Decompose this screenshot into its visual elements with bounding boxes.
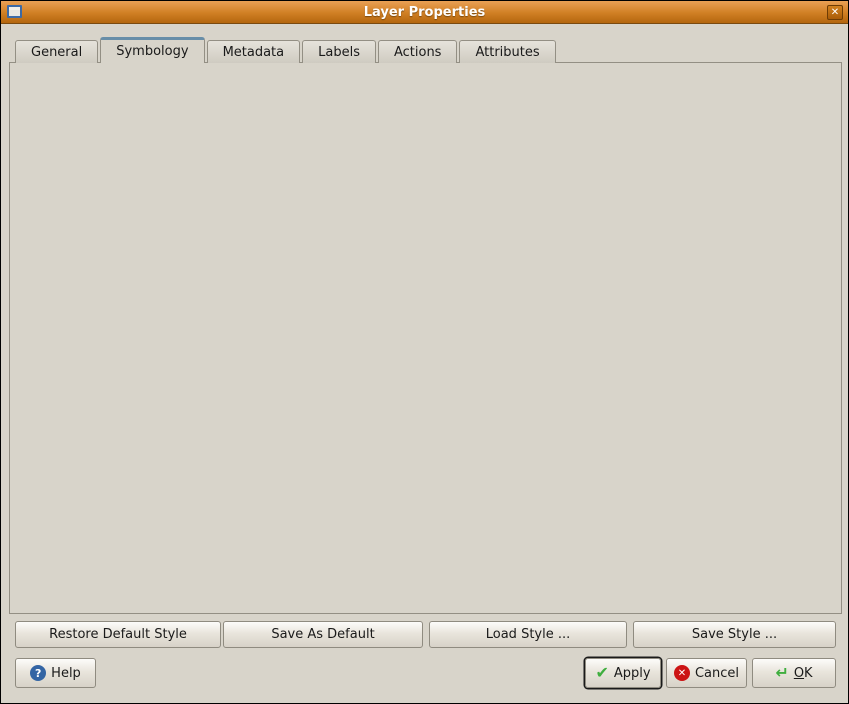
- ok-enter-icon: ↵: [775, 665, 788, 681]
- tab-metadata[interactable]: Metadata: [207, 40, 301, 63]
- tab-labels[interactable]: Labels: [302, 40, 376, 63]
- titlebar[interactable]: Layer Properties: [1, 1, 848, 24]
- cancel-button[interactable]: ✕ Cancel: [666, 658, 747, 688]
- ok-label: OK: [794, 666, 813, 681]
- close-button[interactable]: ✕: [827, 5, 843, 20]
- help-icon: ?: [30, 665, 46, 681]
- cancel-label: Cancel: [695, 666, 739, 681]
- tab-symbology[interactable]: Symbology: [100, 37, 204, 63]
- save-style-button[interactable]: Save Style ...: [633, 621, 836, 648]
- help-label: Help: [51, 666, 81, 681]
- apply-button[interactable]: ✔ Apply: [585, 658, 661, 688]
- window-title: Layer Properties: [1, 5, 848, 20]
- apply-label: Apply: [614, 666, 651, 681]
- window-icon: [7, 5, 22, 18]
- layer-properties-dialog: Layer Properties ✕ General Symbology Met…: [0, 0, 849, 704]
- help-button[interactable]: ? Help: [15, 658, 96, 688]
- tab-general[interactable]: General: [15, 40, 98, 63]
- symbology-panel: [9, 62, 842, 614]
- save-as-default-button[interactable]: Save As Default: [223, 621, 423, 648]
- tab-bar: General Symbology Metadata Labels Action…: [15, 37, 558, 63]
- cancel-x-icon: ✕: [674, 665, 690, 681]
- tab-actions[interactable]: Actions: [378, 40, 458, 63]
- ok-button[interactable]: ↵ OK: [752, 658, 836, 688]
- apply-check-icon: ✔: [595, 665, 608, 681]
- tab-attributes[interactable]: Attributes: [459, 40, 555, 63]
- load-style-button[interactable]: Load Style ...: [429, 621, 627, 648]
- restore-default-style-button[interactable]: Restore Default Style: [15, 621, 221, 648]
- close-icon: ✕: [831, 8, 839, 18]
